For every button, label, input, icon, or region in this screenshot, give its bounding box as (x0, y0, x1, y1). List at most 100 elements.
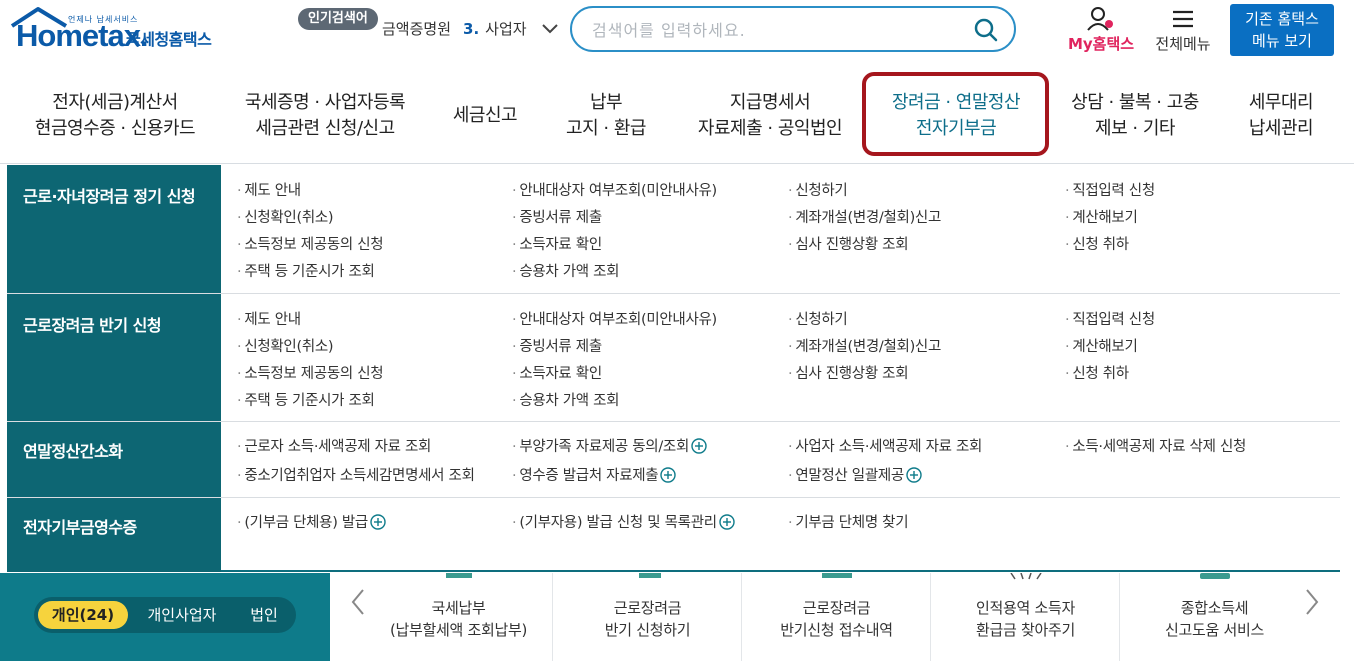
menu-link[interactable]: · 신청확인(취소) (237, 335, 334, 356)
top-bar: 언제나 납세서비스 Hometax. 국세청홈택스 인기검색어 금액증명원 3. 사… (0, 0, 1354, 72)
quick-service-bar: 개인(24) 개인사업자 법인 국세납부 (납부할세액 조회납부) 근로장려금 반기… (0, 573, 1354, 661)
plus-circle-icon[interactable] (719, 514, 735, 530)
ticker-current-term: 금액증명원 (382, 20, 452, 38)
plus-circle-icon[interactable] (906, 467, 922, 483)
search-input[interactable] (592, 16, 962, 44)
gnb-item-e-invoice[interactable]: 전자(세금)계산서 현금영수증 · 신용카드 (30, 90, 200, 142)
menu-link[interactable]: · 영수증 발급처 자료제출 (512, 464, 677, 485)
old-hometax-menu-button[interactable]: 기존 홈택스 메뉴 보기 (1230, 4, 1334, 56)
old-menu-line1: 기존 홈택스 (1245, 10, 1319, 28)
gnb-item-consultation[interactable]: 상담 · 불복 · 고충 제보 · 기타 (1062, 90, 1208, 142)
menu-link[interactable]: · 계좌개설(변경/철회)신고 (788, 335, 941, 356)
gnb-line1: 세금신고 (452, 105, 518, 126)
service-label: 근로장려금 반기 신청하기 (604, 599, 691, 639)
popular-search-badge: 인기검색어 (298, 8, 378, 30)
menu-link[interactable]: · 심사 진행상황 조회 (788, 233, 909, 254)
menu-link[interactable]: · 직접입력 신청 (1065, 179, 1155, 200)
hamburger-menu-icon (1173, 10, 1193, 28)
menu-link[interactable]: · 신청확인(취소) (237, 206, 334, 227)
chevron-right-icon[interactable] (1302, 587, 1322, 617)
tab-individual[interactable]: 개인(24) (38, 601, 128, 629)
service-half-receipt[interactable]: 근로장려금 반기신청 접수내역 (742, 573, 931, 661)
gnb-line1: 전자(세금)계산서 (52, 92, 178, 113)
gnb-line1: 세무대리 (1248, 92, 1314, 113)
service-refund-finder[interactable]: 인적용역 소득자 환급금 찾아주기 (931, 573, 1120, 661)
service-income-tax-help[interactable]: 종합소득세 신고도움 서비스 (1120, 573, 1309, 661)
gnb-line2: 자료제출 · 공익법인 (697, 118, 843, 139)
menu-link[interactable]: · 소득정보 제공동의 신청 (237, 362, 384, 383)
menu-link[interactable]: · 안내대상자 여부조회(미안내사유) (512, 308, 717, 329)
menu-link[interactable]: · 소득자료 확인 (512, 362, 602, 383)
gnb-item-tax-return[interactable]: 세금신고 (446, 103, 524, 129)
ticker-rank: 3. (463, 20, 480, 38)
service-icon (639, 573, 661, 578)
menu-link[interactable]: · (기부자용) 발급 신청 및 목록관리 (512, 511, 735, 532)
service-half-apply[interactable]: 근로장려금 반기 신청하기 (553, 573, 742, 661)
tab-corporation[interactable]: 법인 (236, 601, 292, 629)
menu-link[interactable]: · 증빙서류 제출 (512, 206, 602, 227)
gnb-item-statement[interactable]: 지급명세서 자료제출 · 공익법인 (690, 90, 850, 142)
gnb-line1: 납부 (589, 92, 623, 113)
menu-link[interactable]: · 신청 취하 (1065, 362, 1129, 383)
menu-link[interactable]: · 신청 취하 (1065, 233, 1129, 254)
menu-row-title: 근로·자녀장려금 정기 신청 (23, 187, 196, 206)
menu-link[interactable]: · 심사 진행상황 조회 (788, 362, 909, 383)
gnb-line1: 지급명세서 (729, 92, 811, 113)
menu-link[interactable]: · 소득자료 확인 (512, 233, 602, 254)
menu-link[interactable]: · 직접입력 신청 (1065, 308, 1155, 329)
menu-link[interactable]: · 계산해보기 (1065, 335, 1138, 356)
plus-circle-icon[interactable] (370, 514, 386, 530)
menu-link[interactable]: · 계산해보기 (1065, 206, 1138, 227)
plus-circle-icon[interactable] (691, 438, 707, 454)
gnb-line2: 납세관리 (1248, 118, 1314, 139)
plus-circle-icon[interactable] (660, 467, 677, 483)
menu-link[interactable]: · 소득정보 제공동의 신청 (237, 233, 384, 254)
menu-link[interactable]: · 주택 등 기준시가 조회 (237, 389, 375, 410)
service-label: 국세납부 (납부할세액 조회납부) (389, 599, 528, 639)
service-tax-payment[interactable]: 국세납부 (납부할세액 조회납부) (364, 573, 553, 661)
menu-link[interactable]: · 근로자 소득·세액공제 자료 조회 (237, 435, 431, 456)
chevron-down-icon[interactable] (540, 20, 560, 38)
menu-link[interactable]: · 안내대상자 여부조회(미안내사유) (512, 179, 717, 200)
tab-individual-business[interactable]: 개인사업자 (134, 601, 230, 629)
menu-link[interactable]: · 제도 안내 (237, 308, 301, 329)
logo-korean-name: 국세청홈택스 (126, 30, 212, 49)
my-hometax-button[interactable]: My홈택스 (1063, 6, 1139, 56)
gnb-item-tax-agent[interactable]: 세무대리 납세관리 (1240, 90, 1322, 142)
menu-row-donation: 전자기부금영수증 · (기부금 단체용) 발급 · (기부자용) 발급 신청 및 목… (7, 498, 1340, 572)
menu-link[interactable]: · 주택 등 기준시가 조회 (237, 260, 375, 281)
menu-link[interactable]: · 부양가족 자료제공 동의/조회 (512, 435, 707, 456)
ticker-next-term: 사업자 (485, 20, 527, 38)
menu-row-title: 전자기부금영수증 (23, 518, 137, 537)
menu-link[interactable]: · (기부금 단체용) 발급 (237, 511, 386, 532)
menu-link[interactable]: · 승용차 가액 조회 (512, 260, 620, 281)
gnb-item-certificate[interactable]: 국세증명 · 사업자등록 세금관련 신청/신고 (232, 90, 418, 142)
menu-link[interactable]: · 사업자 소득·세액공제 자료 조회 (788, 435, 982, 456)
gnb-line1: 국세증명 · 사업자등록 (244, 92, 406, 113)
gnb-line2: 세금관련 신청/신고 (255, 118, 395, 139)
all-menu-button[interactable]: 전체메뉴 (1148, 6, 1218, 56)
service-label: 종합소득세 신고도움 서비스 (1165, 599, 1264, 639)
menu-link[interactable]: · 증빙서류 제출 (512, 335, 602, 356)
menu-link[interactable]: · 연말정산 일괄제공 (788, 464, 922, 485)
menu-link[interactable]: · 계좌개설(변경/철회)신고 (788, 206, 941, 227)
user-type-panel: 개인(24) 개인사업자 법인 (0, 573, 330, 661)
user-icon (1087, 7, 1113, 31)
user-type-tabs: 개인(24) 개인사업자 법인 (34, 597, 296, 633)
menu-link[interactable]: · 소득·세액공제 자료 삭제 신청 (1065, 435, 1246, 456)
gnb-item-payment[interactable]: 납부 고지 · 환급 (556, 90, 656, 142)
menu-link[interactable]: · 승용차 가액 조회 (512, 389, 620, 410)
menu-link[interactable]: · 중소기업취업자 소득세감면명세서 조회 (237, 464, 475, 485)
menu-link[interactable]: · 신청하기 (788, 179, 848, 200)
hometax-logo[interactable]: 언제나 납세서비스 Hometax. 국세청홈택스 (10, 6, 240, 56)
gnb-line2: 현금영수증 · 신용카드 (34, 118, 196, 139)
highlight-box (862, 72, 1049, 156)
search-icon[interactable] (972, 16, 1000, 44)
mega-menu-panel: 근로·자녀장려금 정기 신청 · 제도 안내 · 안내대상자 여부조회(미안내사유)… (7, 165, 1340, 572)
service-icon (446, 573, 472, 578)
menu-link[interactable]: · 신청하기 (788, 308, 848, 329)
menu-link[interactable]: · 기부금 단체명 찾기 (788, 511, 909, 532)
menu-link[interactable]: · 제도 안내 (237, 179, 301, 200)
popular-search-ticker[interactable]: 금액증명원 3. 사업자 (382, 18, 532, 39)
menu-row-title: 연말정산간소화 (23, 442, 123, 461)
